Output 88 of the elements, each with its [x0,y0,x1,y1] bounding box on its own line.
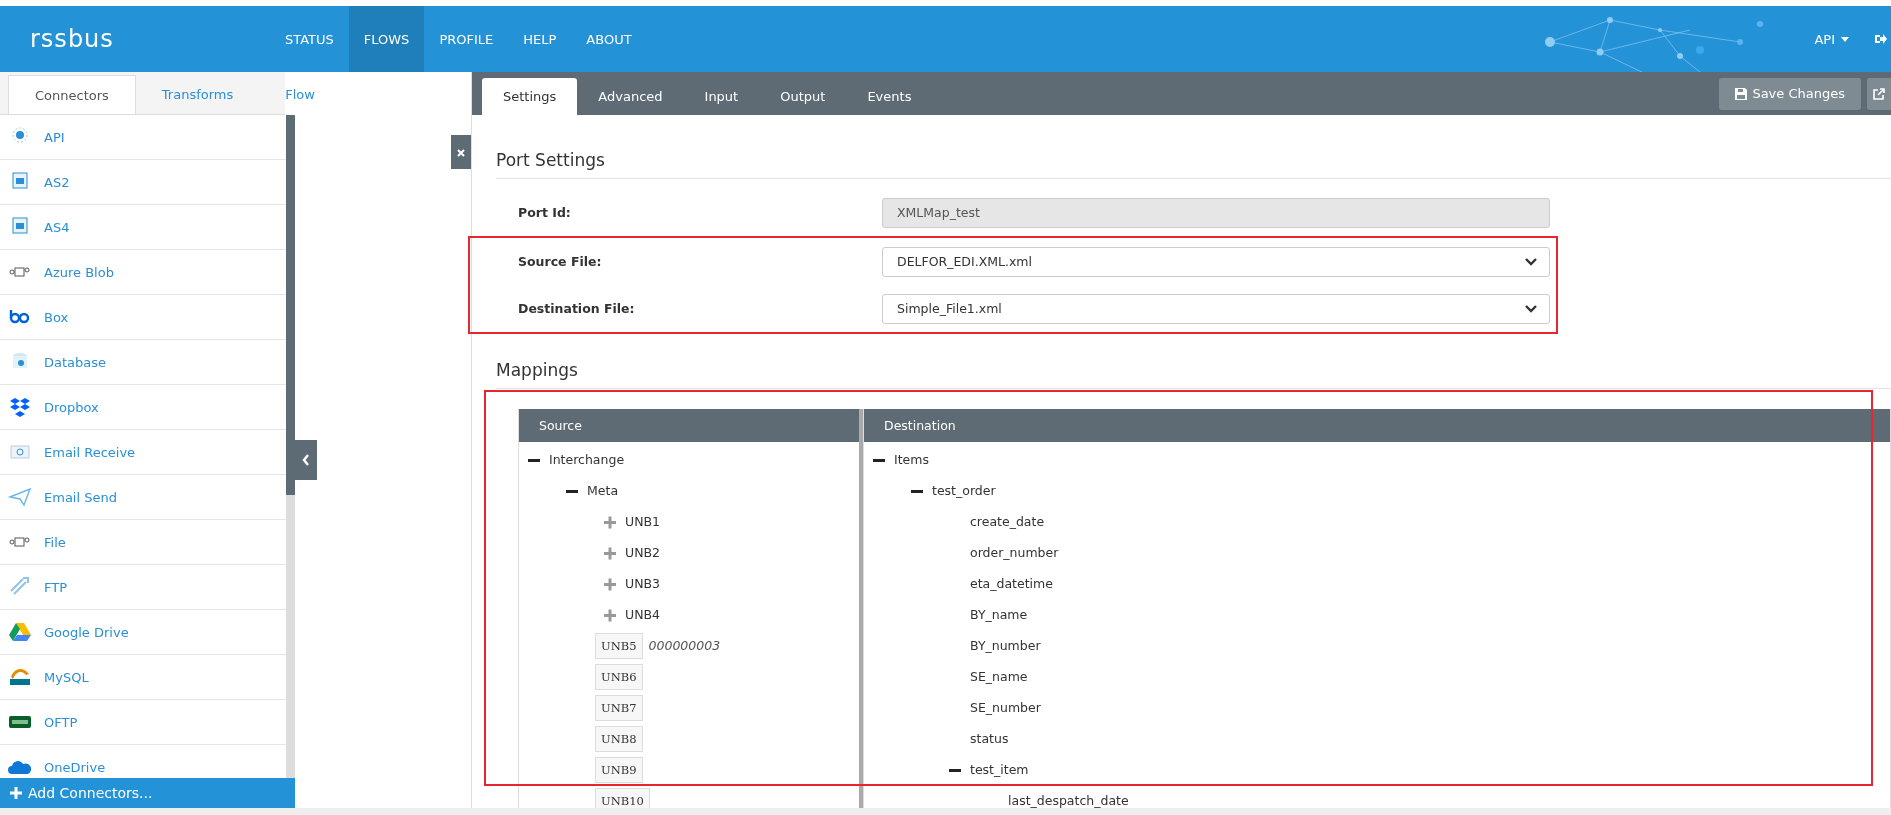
connector-icon [8,485,32,509]
tree-leaf[interactable]: SE_number [970,700,1041,715]
connector-item[interactable]: File [44,534,66,550]
connector-item[interactable]: Azure Blob [44,264,114,280]
tree-leaf[interactable]: SE_name [970,669,1028,684]
logo[interactable]: rssbus [0,6,270,72]
element-tag[interactable]: UNB7 [595,694,643,721]
connector-item[interactable]: Google Drive [44,624,129,640]
nav-link[interactable]: FLOWS [348,6,425,72]
element-value: 000000003 [648,638,721,653]
element-tag[interactable]: UNB9 [595,756,643,783]
expand-icon[interactable] [603,607,617,622]
element-tag[interactable]: UNB5 [595,632,643,659]
scrollbar-thumb[interactable] [286,115,295,495]
file-dropdown[interactable]: Simple_File1.xml [882,293,1550,324]
tree-node[interactable]: UNB2 [625,545,661,560]
connector-item[interactable]: FTP [44,579,68,595]
field-label: Destination File: [517,301,636,316]
save-icon [1735,87,1748,100]
scrollbar[interactable] [286,115,295,778]
column-header: Source [519,409,859,442]
tree-node[interactable]: test_order [932,483,996,498]
field-label: Port Id: [517,205,572,220]
caret-icon [1841,36,1849,42]
field-label: Source File: [517,254,603,269]
element-tag[interactable]: UNB8 [595,725,643,752]
expand-icon[interactable] [603,545,617,560]
scrollbar[interactable] [0,808,1891,815]
sidebar-tab[interactable]: Connectors [8,75,136,114]
connector-item[interactable]: AS2 [44,174,70,190]
nav-link[interactable]: PROFILE [424,6,509,72]
element-tag[interactable]: UNB6 [595,663,643,690]
connector-item[interactable]: Box [44,309,69,325]
sidebar-tab[interactable]: Transforms [135,75,260,114]
connector-item[interactable]: OneDrive [44,759,106,775]
plus-icon [10,787,22,799]
external-link-button[interactable] [1867,77,1891,110]
close-button[interactable] [451,135,471,169]
expand-icon[interactable] [603,514,617,529]
panel-tab[interactable]: Advanced [577,78,684,115]
chevron-down-icon [1525,256,1537,267]
connector-item[interactable]: MySQL [44,669,89,685]
connector-item[interactable]: Database [44,354,107,370]
connector-item[interactable]: OFTP [44,714,78,730]
save-changes-button[interactable]: Save Changes [1719,77,1861,110]
file-dropdown[interactable]: DELFOR_EDI.XML.xml [882,246,1550,277]
add-connectors-button[interactable]: Add Connectors... [0,778,295,808]
nav-link[interactable]: ABOUT [571,6,647,72]
connector-icon [8,620,32,644]
external-link-icon [1873,87,1885,100]
panel-tab[interactable]: Events [846,78,933,115]
connector-item[interactable]: Email Send [44,489,117,505]
tree-node[interactable]: UNB3 [625,576,661,591]
tree-node[interactable]: UNB4 [625,607,661,622]
user-menu[interactable]: API [1814,31,1849,47]
connector-icon [8,395,32,419]
connector-item[interactable]: API [44,129,65,145]
tree-node[interactable]: test_item [970,762,1029,777]
element-tag[interactable]: UNB10 [595,787,650,808]
tree-leaf[interactable]: BY_name [970,607,1028,622]
logout-icon[interactable] [1875,33,1887,45]
tree-leaf[interactable]: order_number [970,545,1059,560]
collapse-button[interactable] [295,440,317,480]
tree-leaf[interactable]: last_despatch_date [1008,793,1129,808]
connector-item[interactable]: Dropbox [44,399,99,415]
panel-tab[interactable]: Output [759,78,847,115]
tree-leaf[interactable]: status [970,731,1009,746]
tree-leaf[interactable]: eta_datetime [970,576,1053,591]
tree-node[interactable]: Interchange [549,452,625,467]
chevron-left-icon [302,454,310,466]
expand-icon[interactable] [603,576,617,591]
section-title: Port Settings [496,150,605,170]
tree-node[interactable]: Items [894,452,929,467]
tree-leaf[interactable]: create_date [970,514,1045,529]
connector-item[interactable]: AS4 [44,219,70,235]
section-title: Mappings [496,360,578,380]
column-header: Destination [864,409,1890,442]
tree-node[interactable]: Meta [587,483,619,498]
panel-tab[interactable]: Settings [482,78,578,115]
chevron-down-icon [1525,303,1537,314]
tree-node[interactable]: UNB1 [625,514,661,529]
nav-link[interactable]: STATUS [270,6,349,72]
sidebar-tab[interactable]: Flow [259,75,341,114]
panel-tab[interactable]: Input [683,78,760,115]
connector-item[interactable]: Email Receive [44,444,136,460]
nav-link[interactable]: HELP [508,6,572,72]
close-icon [457,148,465,157]
tree-leaf[interactable]: BY_number [970,638,1041,653]
